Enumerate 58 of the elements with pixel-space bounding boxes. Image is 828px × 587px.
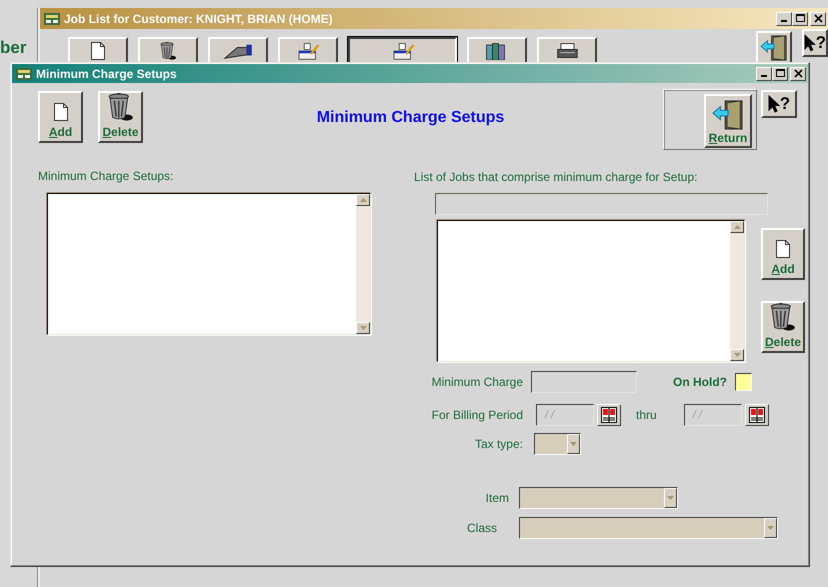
trash-icon — [160, 42, 176, 60]
maximize-button[interactable] — [772, 66, 788, 80]
field-label: Minimum Charge — [430, 375, 523, 389]
field-label: thru — [636, 408, 657, 422]
maximize-button[interactable] — [792, 12, 808, 26]
minimum-charge-field[interactable] — [531, 371, 637, 393]
caret-icon — [570, 442, 577, 446]
app-icon — [44, 12, 60, 24]
setup-name-field[interactable] — [435, 193, 768, 215]
close-button[interactable] — [790, 66, 806, 80]
tax-type-dropdown[interactable] — [534, 433, 581, 455]
delete-button[interactable]: Delete — [761, 301, 805, 353]
exit-door-icon — [759, 35, 789, 61]
dialog-heading: Minimum Charge Setups — [316, 109, 506, 127]
pencil-document-icon — [390, 42, 414, 60]
close-icon — [814, 14, 822, 23]
field-label: On Hold? — [673, 375, 727, 389]
window-title: Job List for Customer: KNIGHT, BRIAN (HOME) — [64, 12, 334, 26]
window-title: Minimum Charge Setups — [36, 66, 178, 80]
page-icon — [776, 240, 790, 258]
trash-icon — [768, 303, 798, 331]
page-icon — [91, 42, 105, 60]
pointer-icon — [804, 34, 816, 52]
calendar-icon — [601, 407, 617, 423]
add-button[interactable]: Add — [38, 91, 83, 143]
list-label: List of Jobs that comprise minimum charge for Setup: — [414, 170, 698, 184]
side-label: ber — [0, 38, 26, 58]
pencil-document-icon — [296, 42, 320, 60]
return-button[interactable]: Return — [704, 94, 752, 148]
calendar-button[interactable] — [597, 404, 621, 426]
calendar-icon — [748, 407, 765, 423]
list-label: Minimum Charge Setups: — [38, 169, 174, 183]
app-icon — [16, 68, 32, 80]
field-label: Item — [484, 491, 509, 505]
close-icon — [794, 69, 802, 78]
help-button[interactable]: ? — [761, 90, 797, 118]
maximize-icon — [796, 14, 804, 23]
field-label: Class — [466, 521, 497, 535]
exit-door-icon — [711, 100, 745, 130]
item-dropdown[interactable] — [519, 487, 678, 509]
delete-button[interactable]: Delete — [98, 91, 143, 143]
help-button[interactable]: ? — [802, 29, 828, 57]
minimize-button[interactable] — [756, 66, 772, 80]
printer-icon — [556, 42, 578, 60]
page-icon — [54, 103, 68, 121]
field-label: Tax type: — [474, 437, 523, 451]
field-label: For Billing Period — [430, 408, 523, 422]
exit-button[interactable] — [756, 31, 792, 65]
pointer-icon — [768, 95, 780, 113]
class-dropdown[interactable] — [519, 517, 778, 539]
caret-icon — [667, 496, 674, 500]
close-button[interactable] — [810, 12, 826, 26]
on-hold-checkbox[interactable] — [735, 373, 752, 391]
caret-icon — [767, 526, 774, 530]
calendar-button[interactable] — [744, 404, 769, 426]
add-button[interactable]: Add — [761, 228, 805, 280]
minimize-button[interactable] — [776, 12, 792, 26]
maximize-icon — [776, 69, 784, 78]
